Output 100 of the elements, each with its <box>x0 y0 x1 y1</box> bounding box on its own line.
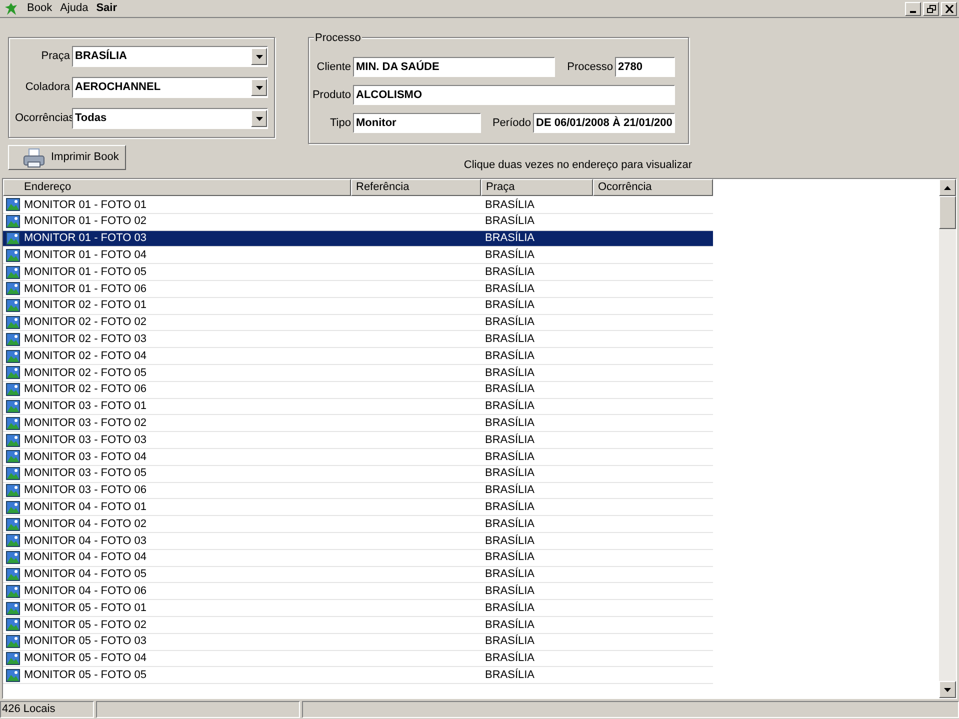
table-cell-text: BRASÍLIA <box>484 248 535 264</box>
image-file-icon <box>6 467 20 480</box>
table-row[interactable]: MONITOR 02 - FOTO 06 BRASÍLIA <box>3 382 713 399</box>
table-row[interactable]: MONITOR 01 - FOTO 01 BRASÍLIA <box>3 197 713 214</box>
menu-item[interactable]: Ajuda <box>57 0 92 17</box>
image-file-icon <box>6 316 20 329</box>
table-row[interactable]: MONITOR 03 - FOTO 03 BRASÍLIA <box>3 432 713 449</box>
table-cell-text: BRASÍLIA <box>484 382 535 398</box>
image-file-icon <box>6 618 20 632</box>
table-cell-text: BRASÍLIA <box>484 500 535 515</box>
table-cell-text: BRASÍLIA <box>484 230 535 246</box>
table-cell-text: BRASÍLIA <box>484 332 535 348</box>
table-row[interactable]: MONITOR 04 - FOTO 06 BRASÍLIA <box>3 583 713 600</box>
scrollbar[interactable] <box>939 179 956 698</box>
dropdown[interactable]: Todas <box>72 108 268 129</box>
table-row[interactable]: MONITOR 05 - FOTO 01 BRASÍLIA <box>3 600 713 617</box>
table-row[interactable]: MONITOR 01 - FOTO 04 BRASÍLIA <box>3 247 713 264</box>
table-cell-text: BRASÍLIA <box>484 618 535 633</box>
menu-item[interactable]: Book <box>24 0 56 17</box>
table-cell-text: MONITOR 04 - FOTO 06 <box>24 584 146 599</box>
dropdown[interactable]: BRASÍLIA <box>72 46 268 67</box>
image-file-icon <box>6 484 20 497</box>
table-row[interactable]: MONITOR 02 - FOTO 03 BRASÍLIA <box>3 331 713 348</box>
table-row[interactable]: MONITOR 01 - FOTO 06 BRASÍLIA <box>3 280 713 298</box>
table-row[interactable]: MONITOR 03 - FOTO 05 BRASÍLIA <box>3 466 713 483</box>
table-row[interactable]: MONITOR 02 - FOTO 01 BRASÍLIA <box>3 298 713 315</box>
table-row[interactable]: MONITOR 01 - FOTO 03 BRASÍLIA <box>3 230 713 248</box>
status-text: 426 Locais <box>0 701 94 718</box>
table-row[interactable]: MONITOR 01 - FOTO 05 BRASÍLIA <box>3 264 713 281</box>
table-cell-text: BRASÍLIA <box>484 264 535 280</box>
type-field[interactable]: Monitor <box>353 113 481 133</box>
close-button[interactable] <box>941 2 957 16</box>
table-row[interactable]: MONITOR 05 - FOTO 02 BRASÍLIA <box>3 616 713 634</box>
table-cell-text: BRASÍLIA <box>484 214 535 230</box>
image-file-icon <box>6 584 20 598</box>
image-file-icon <box>6 602 20 615</box>
image-file-icon <box>6 518 20 531</box>
minimize-icon <box>910 10 916 12</box>
table-cell-text: MONITOR 04 - FOTO 05 <box>24 567 146 582</box>
image-file-icon <box>6 652 20 665</box>
client-field[interactable]: MIN. DA SAÚDE <box>353 57 555 77</box>
table-cell-text: MONITOR 02 - FOTO 02 <box>24 315 146 330</box>
restore-button[interactable] <box>923 2 939 16</box>
table-cell-text: MONITOR 03 - FOTO 03 <box>24 432 146 448</box>
table-row[interactable]: MONITOR 04 - FOTO 03 BRASÍLIA <box>3 532 713 550</box>
period-field[interactable]: DE 06/01/2008 À 21/01/200 <box>533 113 675 133</box>
image-file-icon <box>6 450 20 464</box>
table-row[interactable]: MONITOR 04 - FOTO 01 BRASÍLIA <box>3 499 713 516</box>
table-row[interactable]: MONITOR 02 - FOTO 05 BRASÍLIA <box>3 364 713 382</box>
table-row[interactable]: MONITOR 05 - FOTO 03 BRASÍLIA <box>3 634 713 651</box>
table-row[interactable]: MONITOR 05 - FOTO 04 BRASÍLIA <box>3 650 713 668</box>
table-row[interactable]: MONITOR 02 - FOTO 02 BRASÍLIA <box>3 314 713 332</box>
table-row[interactable]: MONITOR 03 - FOTO 06 BRASÍLIA <box>3 482 713 500</box>
image-file-icon <box>6 635 20 648</box>
image-file-icon <box>6 551 20 564</box>
image-file-icon <box>6 266 20 279</box>
column-header[interactable]: Praça <box>481 179 593 196</box>
table-row[interactable]: MONITOR 04 - FOTO 04 BRASÍLIA <box>3 550 713 567</box>
column-header[interactable]: Referência <box>351 179 481 196</box>
table-row[interactable]: MONITOR 03 - FOTO 02 BRASÍLIA <box>3 415 713 432</box>
image-file-icon <box>6 400 20 413</box>
table-cell-text: BRASÍLIA <box>484 398 535 414</box>
image-file-icon <box>6 534 20 548</box>
menu-item[interactable]: Sair <box>93 0 120 17</box>
close-icon <box>944 4 954 12</box>
column-header[interactable]: Ocorrência <box>593 179 713 196</box>
minimize-button[interactable] <box>905 2 921 16</box>
table-cell-text: BRASÍLIA <box>484 534 535 549</box>
dropdown-arrow-icon <box>256 86 262 90</box>
table-cell-text: BRASÍLIA <box>484 366 535 381</box>
table-cell-text: MONITOR 02 - FOTO 01 <box>24 298 146 314</box>
column-header[interactable]: Endereço <box>3 179 351 196</box>
table-cell-text: MONITOR 03 - FOTO 04 <box>24 450 146 465</box>
table-row[interactable]: MONITOR 05 - FOTO 05 BRASÍLIA <box>3 667 713 684</box>
image-file-icon <box>6 434 20 447</box>
table-cell-text: MONITOR 05 - FOTO 04 <box>24 651 146 666</box>
table-row[interactable]: MONITOR 04 - FOTO 02 BRASÍLIA <box>3 516 713 533</box>
image-file-icon <box>6 350 20 363</box>
product-field[interactable]: ALCOLISMO <box>353 85 675 105</box>
field-label: Tipo <box>329 116 352 131</box>
print-button[interactable]: Imprimir Book <box>8 145 126 170</box>
field-label: Produto <box>311 88 352 103</box>
table-row[interactable]: MONITOR 04 - FOTO 05 BRASÍLIA <box>3 566 713 584</box>
table-cell-text: MONITOR 02 - FOTO 06 <box>24 382 146 398</box>
field-label: Cliente <box>316 60 352 75</box>
table-row[interactable]: MONITOR 03 - FOTO 04 BRASÍLIA <box>3 448 713 466</box>
field-label: Coladora <box>24 80 71 96</box>
process-field[interactable]: 2780 <box>615 57 675 77</box>
table-cell-text: MONITOR 05 - FOTO 02 <box>24 618 146 633</box>
dropdown[interactable]: AEROCHANNEL <box>72 77 268 98</box>
table-cell-text: BRASÍLIA <box>484 584 535 599</box>
table-cell-text: MONITOR 01 - FOTO 06 <box>24 282 146 297</box>
table-row[interactable]: MONITOR 03 - FOTO 01 BRASÍLIA <box>3 398 713 416</box>
field-label: Período <box>491 116 532 131</box>
image-file-icon <box>6 198 20 212</box>
scrollbar-thumb[interactable] <box>939 196 956 229</box>
table-cell-text: BRASÍLIA <box>484 634 535 650</box>
table-row[interactable]: MONITOR 02 - FOTO 04 BRASÍLIA <box>3 348 713 365</box>
table-cell-text: BRASÍLIA <box>484 668 535 683</box>
restore-icon <box>926 4 936 12</box>
